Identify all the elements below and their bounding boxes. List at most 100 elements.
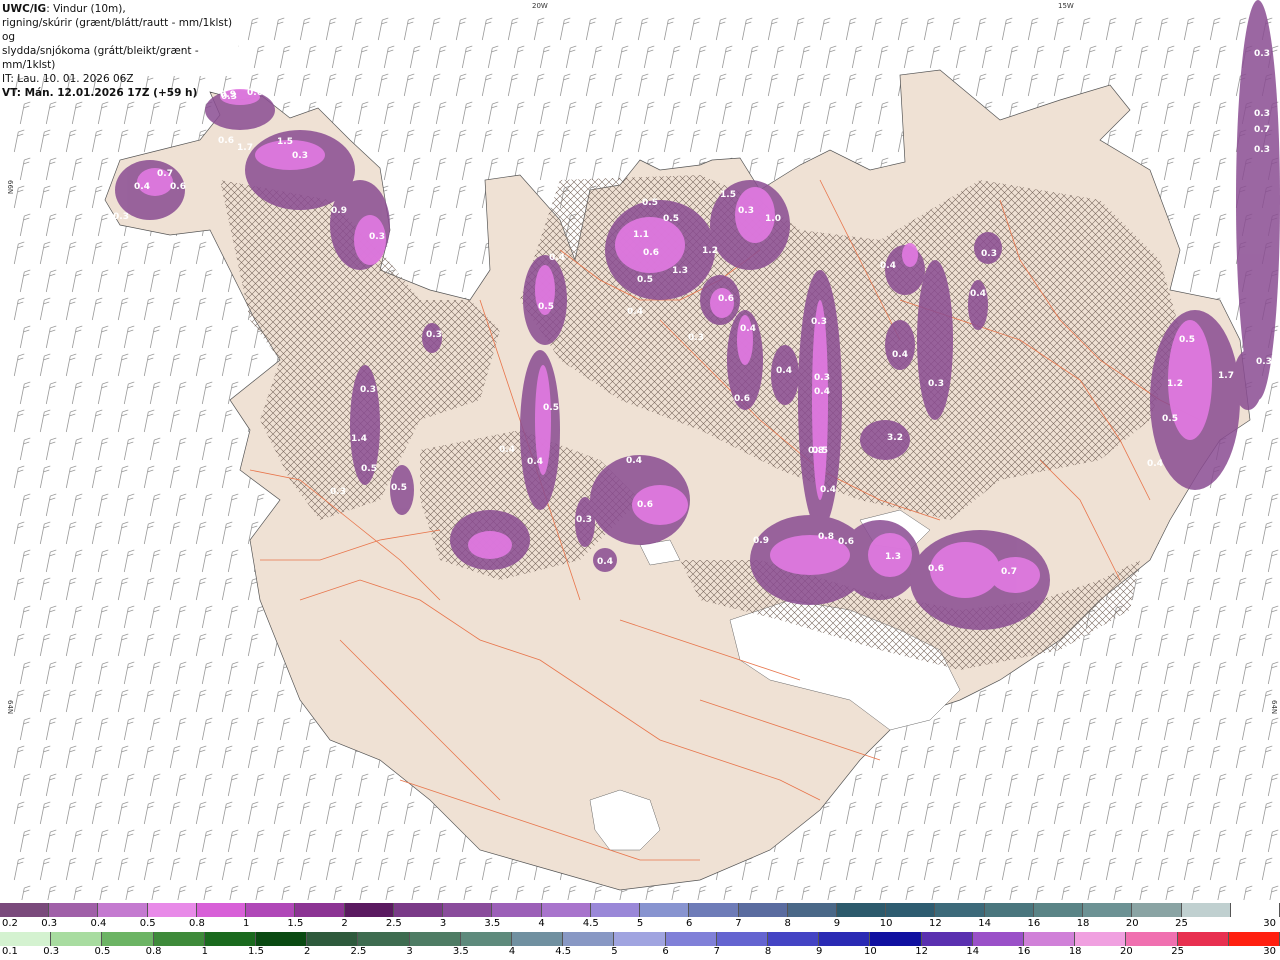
- legend-label: 1: [201, 946, 208, 957]
- snow-value-label: 1.1: [633, 230, 649, 240]
- snow-value-label: 0.3: [1254, 49, 1270, 59]
- axis-label-64n-right: 64N: [1270, 700, 1278, 714]
- legend-swatch: [492, 903, 542, 917]
- legend-swatch: [0, 903, 50, 917]
- rain-color-legend: [0, 932, 1280, 946]
- snow-value-label: 0.3: [811, 317, 827, 327]
- legend-swatch: [590, 903, 641, 917]
- legend-label: 2: [304, 946, 311, 957]
- snow-value-label: 0.4: [134, 182, 150, 192]
- legend-label: 0.1: [2, 946, 18, 957]
- legend-swatch: [393, 903, 444, 917]
- legend-label: 12: [915, 946, 928, 957]
- legend-label: 3.5: [452, 946, 469, 957]
- snow-value-label: 0.8: [818, 532, 834, 542]
- legend-label: 0.5: [94, 946, 111, 957]
- legend-swatch: [153, 932, 205, 946]
- legend-swatch: [409, 932, 461, 946]
- snow-value-label: 0.4: [527, 457, 543, 467]
- snow-value-label: 0.4: [970, 289, 986, 299]
- snow-value-label: 1.7: [237, 143, 253, 153]
- snow-value-label: 1.5: [720, 190, 736, 200]
- legend-swatch: [256, 932, 308, 946]
- snow-value-label: 1.3: [885, 552, 901, 562]
- snow-value-label: 0.6: [170, 182, 186, 192]
- legend-swatch: [1228, 932, 1280, 946]
- snow-value-label: 1.4: [351, 434, 367, 444]
- legend-swatch: [1083, 903, 1133, 917]
- legend-label: 7: [735, 918, 742, 929]
- snow-value-label: 0.3: [576, 515, 592, 525]
- title-line-2: rigning/skúrir (grænt/blátt/rautt - mm/1…: [2, 17, 233, 43]
- legend-label: 4: [508, 946, 516, 957]
- snow-value-label: 0.7: [1001, 567, 1017, 577]
- snow-value-label: 1.2: [1167, 379, 1183, 389]
- legend-label: 0.5: [139, 918, 156, 929]
- legend-label: 0.8: [145, 946, 162, 957]
- snow-value-label: 0.3: [113, 212, 129, 222]
- legend-swatch: [512, 932, 564, 946]
- legend-swatch: [886, 903, 936, 917]
- legend-swatch: [307, 932, 359, 946]
- snow-legend-labels: 0.2 0.3 0.4 0.5 0.8 1 1.5 2 2.5 3 3.5 4 4.5 5 6 7 8 9 10 12…: [0, 918, 1280, 932]
- legend-swatch: [921, 932, 973, 946]
- snow-value-label: 0.5: [361, 464, 377, 474]
- snow-value-label: 0.6: [643, 248, 659, 258]
- legend-label: 2.5: [350, 946, 367, 957]
- legend-label: 3.5: [484, 918, 501, 929]
- legend-swatch: [836, 903, 887, 917]
- legend-label: 4.5: [555, 946, 572, 957]
- snow-value-label: 0.4: [892, 350, 908, 360]
- legend-swatch: [935, 903, 985, 917]
- legend-label: 6: [662, 946, 669, 957]
- legend-label: 0.8: [188, 918, 205, 929]
- snow-value-label: 0.3: [330, 487, 346, 497]
- snow-value-label: 0.4: [1147, 459, 1163, 469]
- snow-value-label: 0.5: [1179, 335, 1195, 345]
- legend-label: 0.2: [2, 918, 18, 929]
- legend-label: 2.5: [385, 918, 402, 929]
- snow-value-label: 0.9: [753, 536, 769, 546]
- legend-label: 5: [636, 918, 644, 929]
- snow-value-label: 1.2: [702, 246, 718, 256]
- legend-label: 9: [816, 946, 823, 957]
- snow-value-label: 0.4: [626, 456, 642, 466]
- issue-time: IT: Lau. 10. 01. 2026 06Z: [2, 73, 134, 85]
- snow-value-label: 0.7: [157, 169, 173, 179]
- snow-value-label: 0.3: [814, 373, 830, 383]
- snow-value-label: 0.3: [360, 385, 376, 395]
- snow-value-label: 0.4: [814, 387, 830, 397]
- legend-swatch: [147, 903, 197, 917]
- legend-label: 4: [538, 918, 545, 929]
- snow-color-legend: [0, 903, 1280, 917]
- legend-swatch: [0, 932, 52, 946]
- legend-label: 1: [242, 918, 250, 929]
- snow-value-label: 0.4: [627, 307, 643, 317]
- snow-value-label: 0.6: [928, 564, 944, 574]
- snow-value-label: 0.4: [740, 324, 756, 334]
- snow-value-label: 0.3: [426, 330, 442, 340]
- legend-swatch: [49, 903, 99, 917]
- legend-label: 30: [1263, 918, 1276, 929]
- snow-value-label: 1.5: [277, 137, 293, 147]
- legend-label: 9: [833, 918, 841, 929]
- legend-label: 4.5: [582, 918, 599, 929]
- legend-label: 18: [1076, 918, 1090, 929]
- legend-label: 2: [341, 918, 348, 929]
- snow-value-label: 0.9: [331, 206, 347, 216]
- legend-swatch: [1132, 903, 1182, 917]
- legend-swatch: [98, 903, 148, 917]
- legend-label: 0.3: [41, 918, 58, 929]
- legend-label: 20: [1125, 918, 1139, 929]
- legend-label: 3: [406, 946, 413, 957]
- snow-value-label: 0.5: [663, 214, 679, 224]
- snow-value-label: 0.3: [292, 151, 308, 161]
- snow-value-label: 0.3: [1254, 109, 1270, 119]
- legend-swatch: [344, 903, 394, 917]
- model-name: UWC/IG: [2, 3, 47, 15]
- legend-swatch: [358, 932, 410, 946]
- snow-value-label: 1.0: [765, 214, 781, 224]
- axis-label-66n: 66N: [6, 180, 14, 194]
- legend-swatch: [563, 932, 615, 946]
- legend-label: 18: [1068, 946, 1082, 957]
